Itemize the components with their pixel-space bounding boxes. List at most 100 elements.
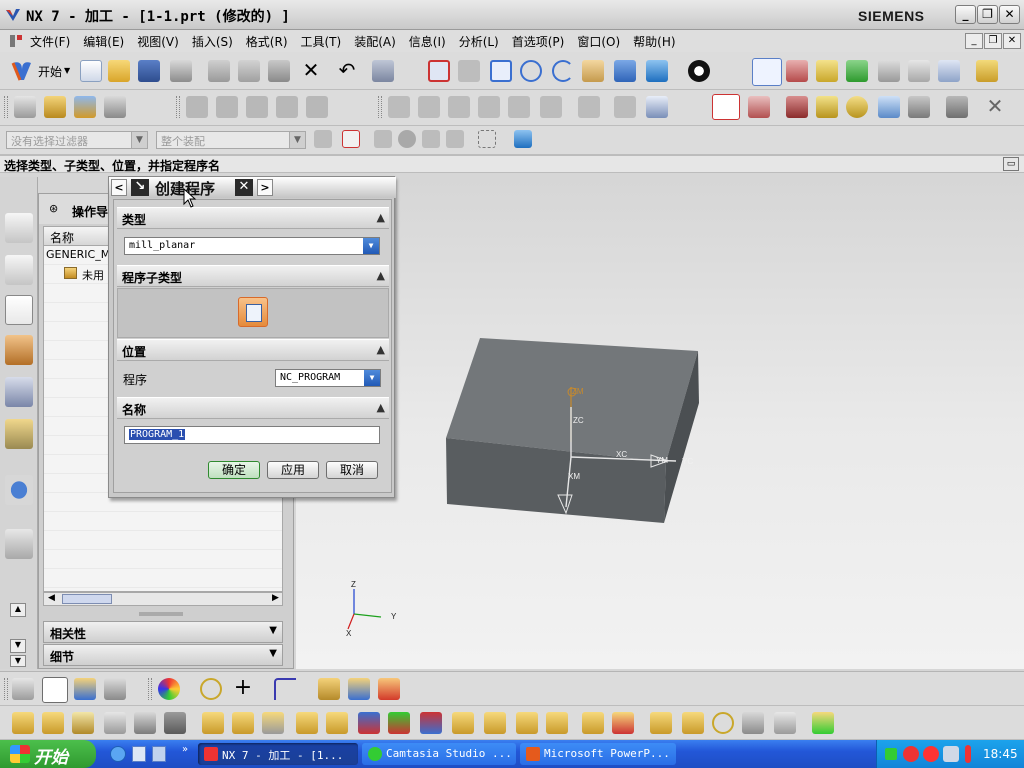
toolpath-display-icon[interactable] xyxy=(712,94,740,120)
shell-icon[interactable] xyxy=(452,712,474,734)
menu-item-0[interactable]: 文件(F) xyxy=(30,33,70,50)
menu-item-3[interactable]: 插入(S) xyxy=(192,33,233,50)
volume-tray-icon[interactable] xyxy=(943,746,959,762)
network-tray-icon[interactable] xyxy=(885,748,897,760)
machine-navigator-icon[interactable] xyxy=(5,335,33,365)
scroll-end-button[interactable]: ▼ xyxy=(10,655,26,667)
start-dropdown-icon[interactable]: ▼ xyxy=(64,66,70,75)
pan-icon[interactable] xyxy=(582,60,604,82)
feature-icon[interactable] xyxy=(42,677,68,703)
sew-icon[interactable] xyxy=(650,712,672,734)
edge-blend-icon[interactable] xyxy=(326,712,348,734)
workpiece-block[interactable] xyxy=(446,338,699,523)
trim-body-icon[interactable] xyxy=(388,712,410,734)
details-panel[interactable]: 细节 ▼ xyxy=(43,644,283,666)
geometry-view-icon[interactable] xyxy=(74,96,96,118)
curve-icon[interactable] xyxy=(274,678,296,700)
paste-object-icon[interactable] xyxy=(478,96,500,118)
menu-item-4[interactable]: 格式(R) xyxy=(246,33,288,50)
taskbar-item-camtasia[interactable]: Camtasia Studio ... xyxy=(362,743,516,765)
menu-item-7[interactable]: 信息(I) xyxy=(409,33,446,50)
pad-icon[interactable] xyxy=(232,712,254,734)
create-geometry-icon[interactable] xyxy=(246,96,268,118)
snap-end-icon[interactable] xyxy=(374,130,392,148)
snap-mid-icon[interactable] xyxy=(422,130,440,148)
reuse-library-icon[interactable] xyxy=(5,377,33,407)
zoom-icon[interactable] xyxy=(520,60,542,82)
recorder-tray-icon[interactable] xyxy=(923,746,939,762)
menu-item-2[interactable]: 视图(V) xyxy=(137,33,179,50)
menu-item-10[interactable]: 窗口(O) xyxy=(577,33,620,50)
undo-icon[interactable]: ↶ xyxy=(336,60,358,82)
boolean-icon[interactable] xyxy=(378,678,400,700)
ok-button[interactable]: 确定 xyxy=(208,461,260,479)
graphics-window[interactable]: ZM ZC XC YM XM YC Z Y X xyxy=(296,177,1024,669)
toolbar-grip[interactable] xyxy=(378,96,382,118)
location-section-header[interactable]: 位置 ▲ xyxy=(117,339,389,361)
menu-item-9[interactable]: 首选项(P) xyxy=(512,33,565,50)
instance-icon[interactable] xyxy=(546,712,568,734)
stock-icon[interactable] xyxy=(878,96,900,118)
program-view-icon[interactable] xyxy=(14,96,36,118)
scope-combo[interactable]: 整个装配 ▼ xyxy=(156,131,306,149)
cut-object-icon[interactable] xyxy=(418,96,440,118)
method-view-icon[interactable] xyxy=(104,96,126,118)
hole-icon[interactable] xyxy=(134,712,156,734)
datum-icon[interactable] xyxy=(74,678,96,700)
scroll-up-button[interactable]: ▲ xyxy=(10,603,26,617)
groove-icon[interactable] xyxy=(296,712,318,734)
wcs-dynamic-icon[interactable] xyxy=(786,60,808,82)
toolbar-grip[interactable] xyxy=(4,678,8,700)
zoom-window-icon[interactable] xyxy=(490,60,512,82)
fit-view-icon[interactable] xyxy=(428,60,450,82)
program-name-input[interactable]: PROGRAM_1 xyxy=(124,426,380,444)
save-icon[interactable] xyxy=(138,60,160,82)
post-process-icon[interactable] xyxy=(938,60,960,82)
edit-object-icon[interactable] xyxy=(388,96,410,118)
cone-icon[interactable] xyxy=(72,712,94,734)
delete-icon[interactable]: ✕ xyxy=(300,60,322,82)
security-tray-icon[interactable] xyxy=(903,746,919,762)
cue-line-toggle-button[interactable]: ▭ xyxy=(1003,157,1019,171)
subtype-section-header[interactable]: 程序子类型 ▲ xyxy=(117,265,389,287)
cylinder-icon[interactable] xyxy=(42,712,64,734)
open-folder-icon[interactable] xyxy=(108,60,130,82)
dialog-forward-button[interactable]: > xyxy=(257,179,273,196)
filter-settings-icon[interactable] xyxy=(314,130,332,148)
orient-view-icon[interactable] xyxy=(688,60,710,82)
toolbar-grip[interactable] xyxy=(176,96,180,118)
wcs-icon[interactable] xyxy=(752,58,782,86)
scroll-left-icon[interactable]: ◀ xyxy=(48,593,55,603)
generate-path-icon[interactable] xyxy=(846,60,868,82)
print-icon[interactable] xyxy=(170,60,192,82)
horizontal-scrollbar[interactable]: ◀ ▶ xyxy=(43,592,283,606)
render-style-icon[interactable] xyxy=(614,60,636,82)
sketch-icon[interactable] xyxy=(12,678,34,700)
desktop-quicklaunch-icon[interactable] xyxy=(132,746,146,762)
link-icon[interactable] xyxy=(200,678,222,700)
menu-item-1[interactable]: 编辑(E) xyxy=(83,33,124,50)
selection-icon[interactable] xyxy=(372,60,394,82)
minimize-button[interactable]: _ xyxy=(955,5,976,24)
info-icon[interactable] xyxy=(5,475,33,505)
type-section-header[interactable]: 类型 ▲ xyxy=(117,207,389,229)
type-select[interactable]: mill_planar ▼ xyxy=(124,237,380,255)
tool-view-icon[interactable] xyxy=(5,255,33,285)
scrollbar-thumb[interactable] xyxy=(62,594,112,604)
pin-icon[interactable]: ⊛ xyxy=(49,202,58,215)
operation-navigator-icon[interactable] xyxy=(5,295,33,325)
mdi-close-button[interactable]: ✕ xyxy=(1003,33,1021,49)
mdi-restore-button[interactable]: ❐ xyxy=(984,33,1002,49)
tree-row-unused[interactable]: 未用 xyxy=(82,267,104,283)
media-quicklaunch-icon[interactable] xyxy=(152,746,166,762)
revolve-icon[interactable] xyxy=(348,678,370,700)
menu-item-6[interactable]: 装配(A) xyxy=(354,33,396,50)
tool-icon[interactable] xyxy=(846,96,868,118)
close-button[interactable]: ✕ xyxy=(999,5,1020,24)
taskbar-item-nx[interactable]: NX 7 - 加工 - [1... xyxy=(198,743,358,765)
selection-filter-combo[interactable]: 没有选择过滤器 ▼ xyxy=(6,131,148,149)
dialog-title-bar[interactable]: < ↘ 创建程序 ✕ > xyxy=(109,177,396,198)
toolbar-grip[interactable] xyxy=(4,96,8,118)
snap-point-icon[interactable] xyxy=(342,130,360,148)
browser-quicklaunch-icon[interactable] xyxy=(110,746,126,762)
